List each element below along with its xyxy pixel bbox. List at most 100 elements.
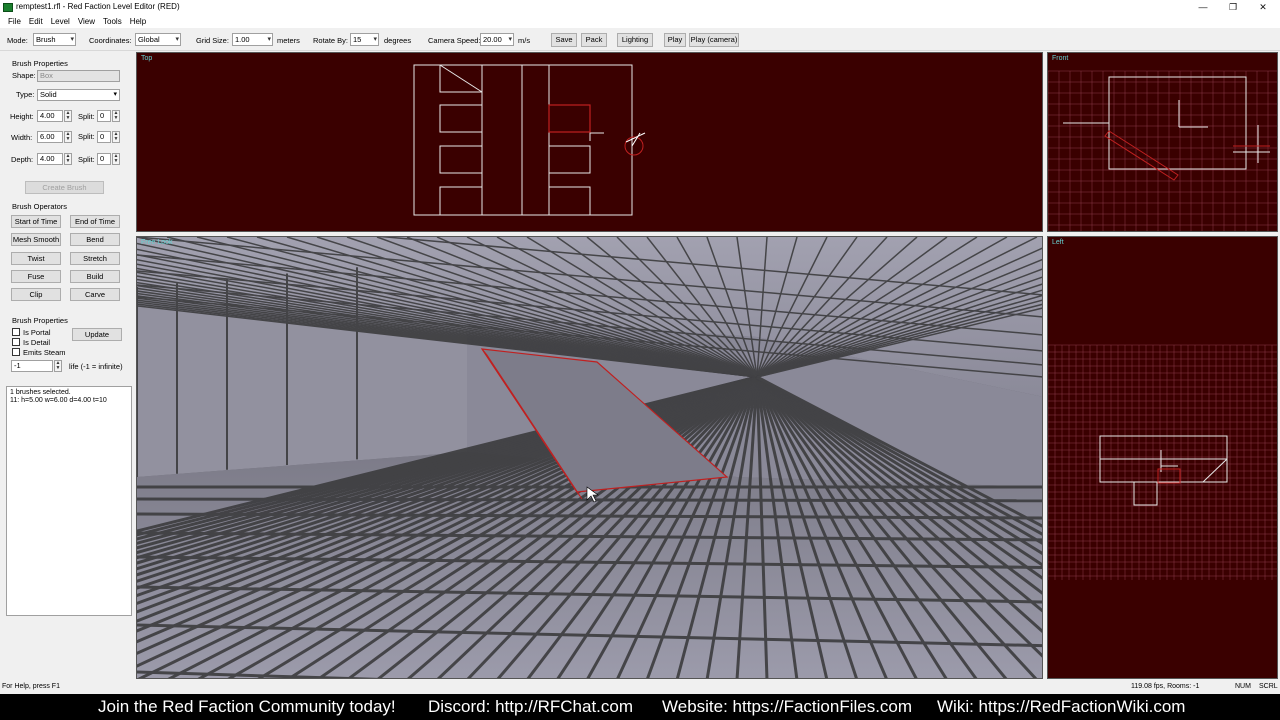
build-button[interactable]: Build	[70, 270, 120, 283]
clip-button[interactable]: Clip	[11, 288, 61, 301]
selection-info-box[interactable]: 1 brushes selected. 11: h=5.00 w=6.00 d=…	[6, 386, 132, 616]
left-viewport[interactable]: Left	[1047, 236, 1278, 679]
grid-size-select[interactable]: 1.00 ▾	[232, 33, 273, 46]
bend-button[interactable]: Bend	[70, 233, 120, 246]
update-button[interactable]: Update	[72, 328, 122, 341]
chevron-down-icon: ▾	[175, 36, 179, 43]
is-portal-checkbox[interactable]	[12, 328, 20, 336]
top-viewport[interactable]: Top	[136, 52, 1043, 232]
play-button[interactable]: Play	[664, 33, 686, 47]
split-width-input[interactable]: 0	[97, 131, 111, 143]
camera-speed-value: 20.00	[483, 35, 502, 44]
lighting-button[interactable]: Lighting	[617, 33, 653, 47]
top-view-drawing	[413, 64, 646, 216]
emits-steam-checkbox[interactable]	[12, 348, 20, 356]
end-of-time-button[interactable]: End of Time	[70, 215, 120, 228]
depth-input[interactable]: 4.00	[37, 153, 63, 165]
mode-select[interactable]: Brush ▾	[33, 33, 76, 46]
width-input[interactable]: 6.00	[37, 131, 63, 143]
mode-select-value: Brush	[36, 35, 56, 44]
save-button[interactable]: Save	[551, 33, 577, 47]
top-viewport-label: Top	[141, 55, 153, 62]
depth-spinner[interactable]: ▲ ▼	[64, 153, 72, 165]
camera-speed-label: Camera Speed:	[428, 36, 481, 45]
menu-file[interactable]: File	[4, 15, 25, 28]
camera-speed-select[interactable]: 20.00 ▾	[480, 33, 514, 46]
pack-button[interactable]: Pack	[581, 33, 607, 47]
life-spinner[interactable]: ▲ ▼	[54, 360, 62, 372]
restore-button[interactable]: ❐	[1218, 0, 1248, 15]
mesh-smooth-button[interactable]: Mesh Smooth	[11, 233, 61, 246]
banner-join-text: Join the Red Faction Community today!	[98, 697, 396, 716]
front-view-drawing	[1048, 70, 1277, 231]
status-help-text: For Help, press F1	[2, 683, 60, 690]
rotate-by-label: Rotate By:	[313, 36, 349, 45]
window-title: remptest1.rfl - Red Faction Level Editor…	[16, 2, 180, 11]
menu-level[interactable]: Level	[47, 15, 74, 28]
left-viewport-label: Left	[1052, 239, 1064, 246]
info-line: 11: h=5.00 w=6.00 d=4.00 t=10	[10, 397, 107, 404]
stretch-button[interactable]: Stretch	[70, 252, 120, 265]
type-select[interactable]: Solid ▾	[37, 89, 120, 101]
status-bar: For Help, press F1 119.08 fps, Rooms: -1…	[0, 682, 1280, 693]
status-scrl: SCRL	[1259, 683, 1278, 690]
carve-button[interactable]: Carve	[70, 288, 120, 301]
menu-edit[interactable]: Edit	[25, 15, 47, 28]
twist-button[interactable]: Twist	[11, 252, 61, 265]
depth-label: Depth:	[11, 155, 34, 164]
type-value: Solid	[40, 90, 57, 99]
split-depth-input[interactable]: 0	[97, 153, 111, 165]
coordinates-select[interactable]: Global ▾	[135, 33, 181, 46]
chevron-down-icon: ▾	[70, 36, 74, 43]
brush-operators-title: Brush Operators	[12, 202, 68, 211]
coordinates-select-value: Global	[138, 35, 160, 44]
free-look-viewport[interactable]: Free Look	[136, 236, 1043, 679]
height-input[interactable]: 4.00	[37, 110, 63, 122]
close-button[interactable]: ✕	[1248, 0, 1278, 15]
camera-speed-unit: m/s	[518, 36, 531, 45]
start-of-time-button[interactable]: Start of Time	[11, 215, 61, 228]
menu-view[interactable]: View	[74, 15, 99, 28]
brush-properties-title: Brush Properties	[12, 59, 68, 68]
status-num: NUM	[1235, 683, 1251, 690]
is-detail-label: Is Detail	[23, 338, 51, 347]
split-width-spinner[interactable]: ▲ ▼	[112, 131, 120, 143]
left-panel: Brush Properties Shape: Box Type: Solid ▾…	[0, 52, 134, 682]
height-spinner[interactable]: ▲ ▼	[64, 110, 72, 122]
split-label: Split:	[78, 155, 95, 164]
shape-select: Box	[37, 70, 120, 82]
is-portal-label: Is Portal	[23, 328, 51, 337]
menu-help[interactable]: Help	[126, 15, 150, 28]
rotate-by-select[interactable]: 15 ▾	[350, 33, 379, 46]
grid-size-label: Grid Size:	[196, 36, 229, 45]
menu-tools[interactable]: Tools	[99, 15, 126, 28]
banner-wiki-text: Wiki: https://RedFactionWiki.com	[937, 697, 1186, 716]
chevron-down-icon: ▾	[113, 91, 117, 98]
fuse-button[interactable]: Fuse	[11, 270, 61, 283]
front-viewport-label: Front	[1052, 55, 1069, 62]
app-icon	[3, 3, 13, 12]
3d-scene-drawing	[137, 237, 1042, 678]
split-height-spinner[interactable]: ▲ ▼	[112, 110, 120, 122]
split-label: Split:	[78, 132, 95, 141]
shape-value: Box	[40, 71, 53, 80]
height-label: Height:	[10, 112, 34, 121]
play-camera-button[interactable]: Play (camera)	[689, 33, 739, 47]
width-spinner[interactable]: ▲ ▼	[64, 131, 72, 143]
is-detail-checkbox[interactable]	[12, 338, 20, 346]
minimize-button[interactable]: —	[1188, 0, 1218, 15]
grid-size-value: 1.00	[235, 35, 250, 44]
life-label: life (-1 = infinite)	[69, 362, 123, 371]
emits-steam-label: Emits Steam	[23, 348, 66, 357]
create-brush-button[interactable]: Create Brush	[25, 181, 104, 194]
left-view-drawing	[1048, 344, 1277, 580]
front-viewport[interactable]: Front	[1047, 52, 1278, 232]
rotate-by-value: 15	[353, 35, 362, 44]
split-height-input[interactable]: 0	[97, 110, 111, 122]
coordinates-label: Coordinates:	[89, 36, 132, 45]
life-input[interactable]: -1	[11, 360, 53, 372]
chevron-down-icon: ▾	[508, 36, 512, 43]
split-depth-spinner[interactable]: ▲ ▼	[112, 153, 120, 165]
rotate-unit-label: degrees	[384, 36, 412, 45]
width-label: Width:	[11, 133, 33, 142]
